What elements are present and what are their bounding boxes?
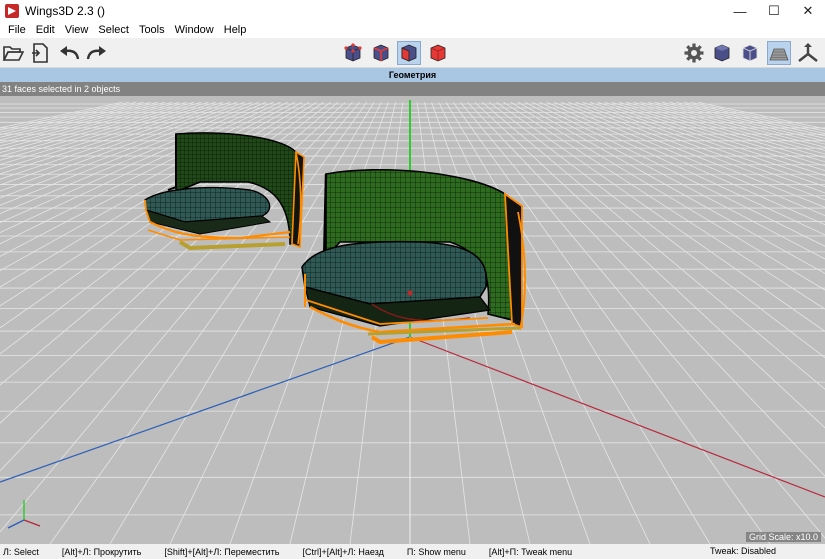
smooth-view-button[interactable] (710, 41, 734, 65)
face-select-icon (401, 44, 417, 62)
window-controls: — ☐ ✕ (723, 0, 825, 22)
status-alt-rmb-tweak: [Alt]+П: Tweak menu (488, 546, 573, 557)
settings-button[interactable] (682, 41, 706, 65)
menu-view[interactable]: View (60, 24, 94, 36)
save-icon (32, 43, 48, 63)
smooth-view-icon (714, 44, 730, 62)
ground-plane-icon (769, 48, 789, 61)
geometry-title: Геометрия (388, 70, 437, 80)
toolbar (0, 38, 825, 68)
wireframe-view-button[interactable] (738, 41, 762, 65)
geometry-viewport[interactable]: 31 faces selected in 2 objects Grid Scal… (0, 82, 825, 544)
wings3d-logo-icon (5, 4, 19, 18)
info-bar (0, 82, 825, 96)
save-button[interactable] (28, 41, 52, 65)
ground-plane-button[interactable] (767, 41, 791, 65)
redo-button[interactable] (85, 41, 109, 65)
status-lmb-select: Л: Select (3, 546, 39, 557)
undo-icon (60, 46, 80, 60)
scene-canvas[interactable] (0, 82, 825, 544)
menu-select[interactable]: Select (93, 24, 134, 36)
menu-file[interactable]: File (3, 24, 31, 36)
menu-window[interactable]: Window (170, 24, 219, 36)
status-shift-alt-pan: [Shift]+[Alt]+Л: Переместить (164, 546, 280, 557)
minimize-button[interactable]: — (723, 0, 757, 22)
close-button[interactable]: ✕ (791, 0, 825, 22)
window-title: Wings3D 2.3 () (25, 4, 106, 18)
menu-help[interactable]: Help (219, 24, 252, 36)
menu-bar: File Edit View Select Tools Window Help (0, 22, 825, 38)
object-select-button[interactable] (426, 41, 450, 65)
axes-icon (798, 43, 818, 62)
maximize-button[interactable]: ☐ (757, 0, 791, 22)
axes-button[interactable] (796, 41, 820, 65)
vertex-select-button[interactable] (341, 41, 365, 65)
status-bar: Л: Select [Alt]+Л: Прокрутить [Shift]+[A… (0, 544, 825, 559)
title-bar: Wings3D 2.3 () — ☐ ✕ (0, 0, 825, 22)
wireframe-view-icon (742, 44, 758, 62)
selection-info: 31 faces selected in 2 objects (2, 84, 121, 94)
status-alt-rotate: [Alt]+Л: Прокрутить (61, 546, 142, 557)
edge-select-button[interactable] (369, 41, 393, 65)
grid-scale-label: Grid Scale: x10.0 (745, 532, 821, 542)
edge-select-icon (373, 44, 389, 62)
settings-icon (684, 43, 704, 63)
open-icon (2, 46, 24, 61)
status-ctrl-alt-zoom: [Ctrl]+[Alt]+Л: Наезд (302, 546, 384, 557)
geometry-window-header: Геометрия (0, 68, 825, 82)
object-select-icon (430, 44, 446, 62)
redo-icon (86, 46, 106, 60)
vertex-select-icon (344, 43, 362, 62)
status-rmb-menu: П: Show menu (406, 546, 466, 557)
menu-edit[interactable]: Edit (31, 24, 60, 36)
open-button[interactable] (1, 41, 25, 65)
undo-button[interactable] (57, 41, 81, 65)
face-select-button[interactable] (397, 41, 421, 65)
tweak-status: Tweak: Disabled (709, 546, 776, 556)
menu-tools[interactable]: Tools (134, 24, 170, 36)
